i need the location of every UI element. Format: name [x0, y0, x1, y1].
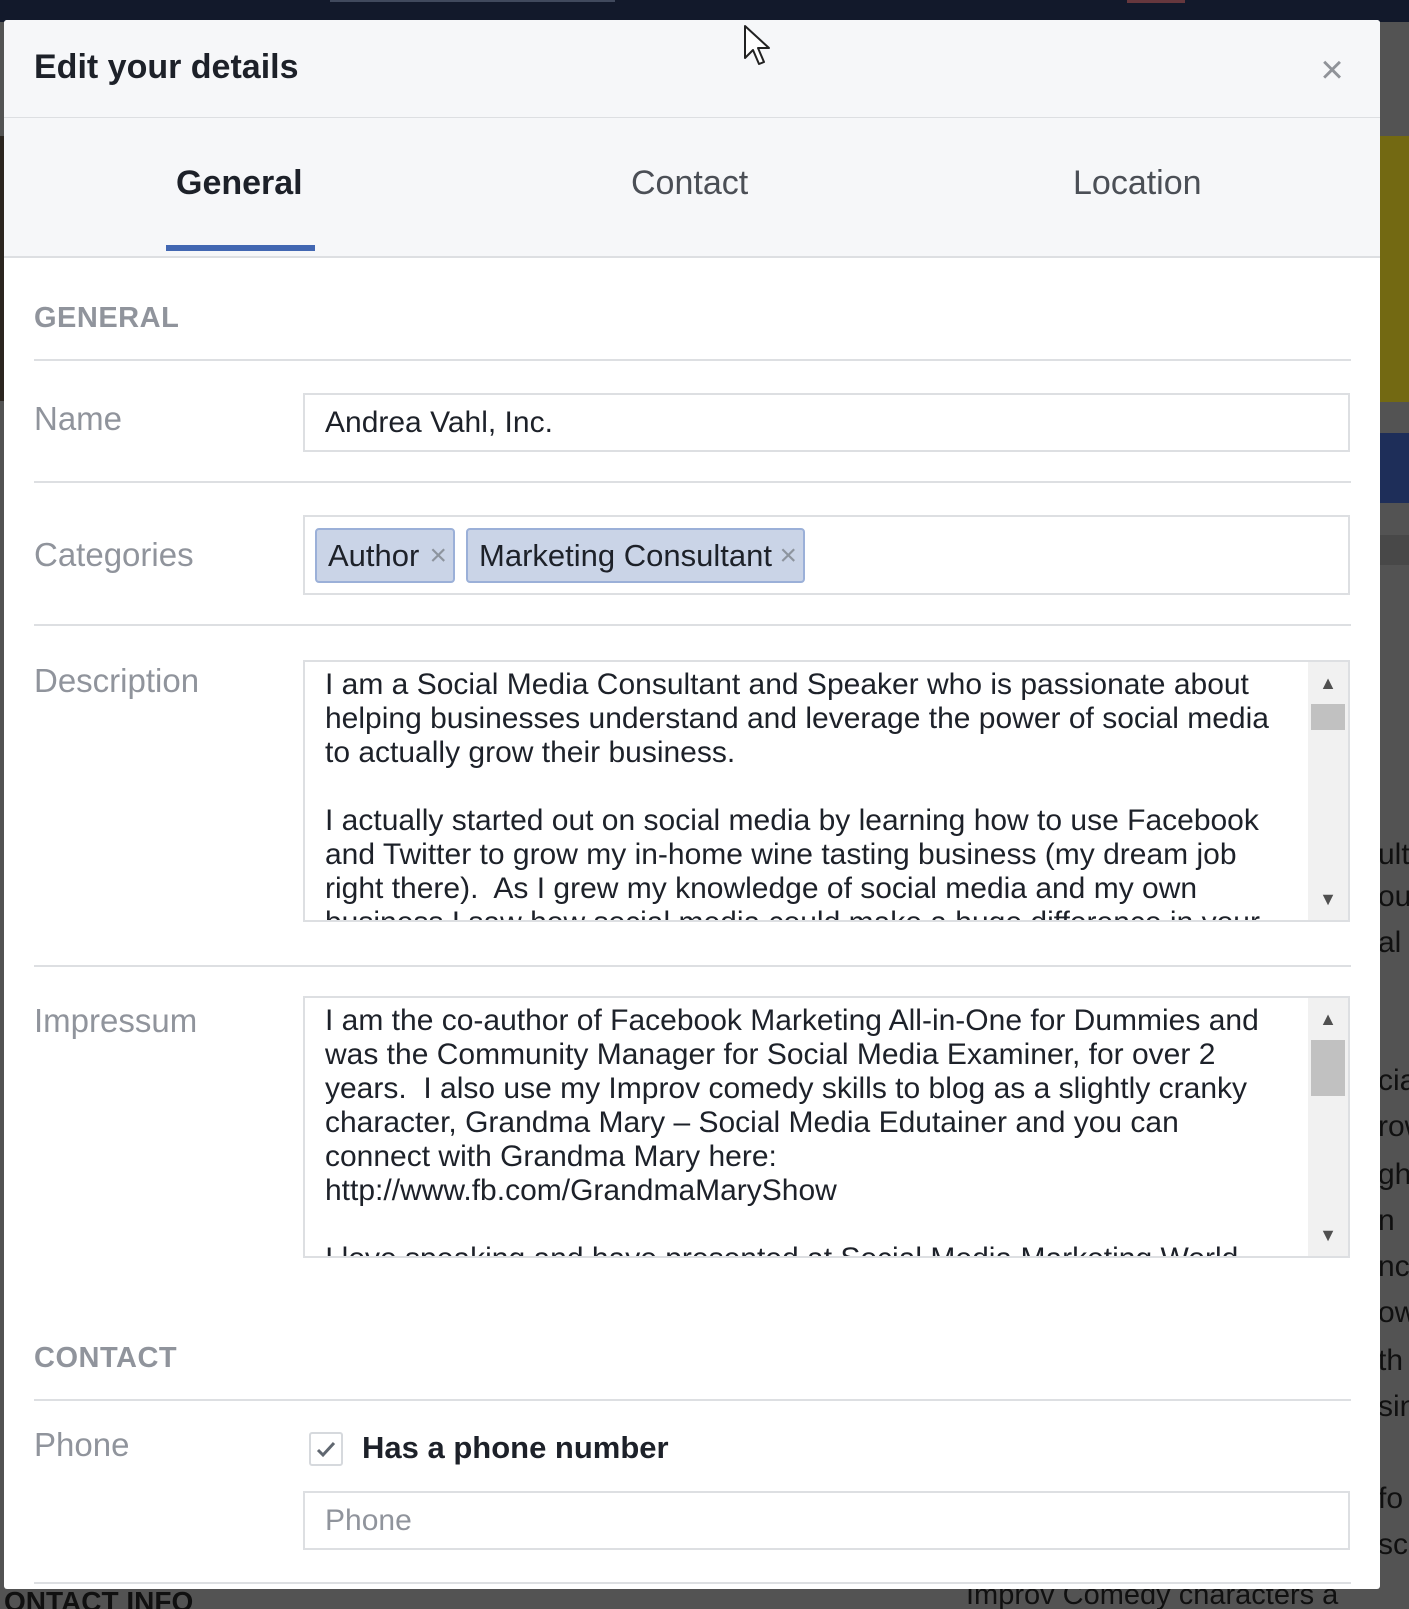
categories-label: Categories [34, 536, 194, 573]
name-label: Name [34, 400, 123, 437]
has-phone-label[interactable]: Has a phone number [362, 1430, 669, 1466]
category-token-marketing-consultant: Marketing Consultant × [466, 528, 805, 583]
tab-general[interactable]: General [176, 164, 303, 203]
divider [34, 1399, 1351, 1401]
category-token-label: Author [328, 538, 420, 573]
scroll-down-icon[interactable]: ▼ [1308, 1220, 1348, 1250]
category-token-label: Marketing Consultant [479, 538, 772, 573]
divider [34, 359, 1351, 361]
impressum-label: Impressum [34, 1002, 198, 1039]
categories-input[interactable]: Author × Marketing Consultant × [303, 515, 1350, 595]
tab-location[interactable]: Location [1073, 164, 1202, 203]
description-label: Description [34, 662, 200, 699]
description-textarea[interactable]: I am a Social Media Consultant and Speak… [303, 660, 1350, 922]
checkmark-icon [316, 1441, 336, 1458]
impressum-text: I am the co-author of Facebook Marketing… [325, 1004, 1259, 1256]
description-text: I am a Social Media Consultant and Speak… [325, 668, 1269, 920]
description-scrollbar[interactable]: ▲ ▼ [1308, 662, 1348, 920]
scroll-thumb[interactable] [1311, 1040, 1345, 1096]
general-section-heading: GENERAL [34, 302, 180, 334]
divider [34, 1582, 1351, 1584]
phone-label: Phone [34, 1426, 130, 1463]
edit-details-dialog: Edit your details × General Contact Loca… [4, 20, 1380, 1589]
divider [34, 481, 1351, 483]
tab-contact[interactable]: Contact [631, 164, 748, 203]
category-token-author: Author × [315, 528, 455, 583]
scroll-down-icon[interactable]: ▼ [1308, 884, 1348, 914]
remove-category-icon[interactable]: × [429, 530, 447, 581]
mouse-cursor-icon [744, 25, 770, 65]
impressum-scrollbar[interactable]: ▲ ▼ [1308, 998, 1348, 1256]
phone-input[interactable]: Phone [303, 1491, 1350, 1550]
name-input[interactable]: Andrea Vahl, Inc. [303, 393, 1350, 452]
has-phone-checkbox[interactable] [309, 1432, 343, 1466]
remove-category-icon[interactable]: × [779, 530, 797, 581]
scroll-thumb[interactable] [1311, 704, 1345, 730]
divider [34, 624, 1351, 626]
impressum-textarea[interactable]: I am the co-author of Facebook Marketing… [303, 996, 1350, 1258]
scroll-up-icon[interactable]: ▲ [1308, 1004, 1348, 1034]
tab-bar: General Contact Location [4, 118, 1380, 258]
close-icon[interactable]: × [1314, 50, 1350, 90]
scroll-up-icon[interactable]: ▲ [1308, 668, 1348, 698]
active-tab-indicator [166, 245, 315, 251]
dialog-title: Edit your details [34, 48, 299, 86]
divider [34, 965, 1351, 967]
contact-section-heading: CONTACT [34, 1342, 178, 1374]
dialog-header: Edit your details × [4, 20, 1380, 118]
